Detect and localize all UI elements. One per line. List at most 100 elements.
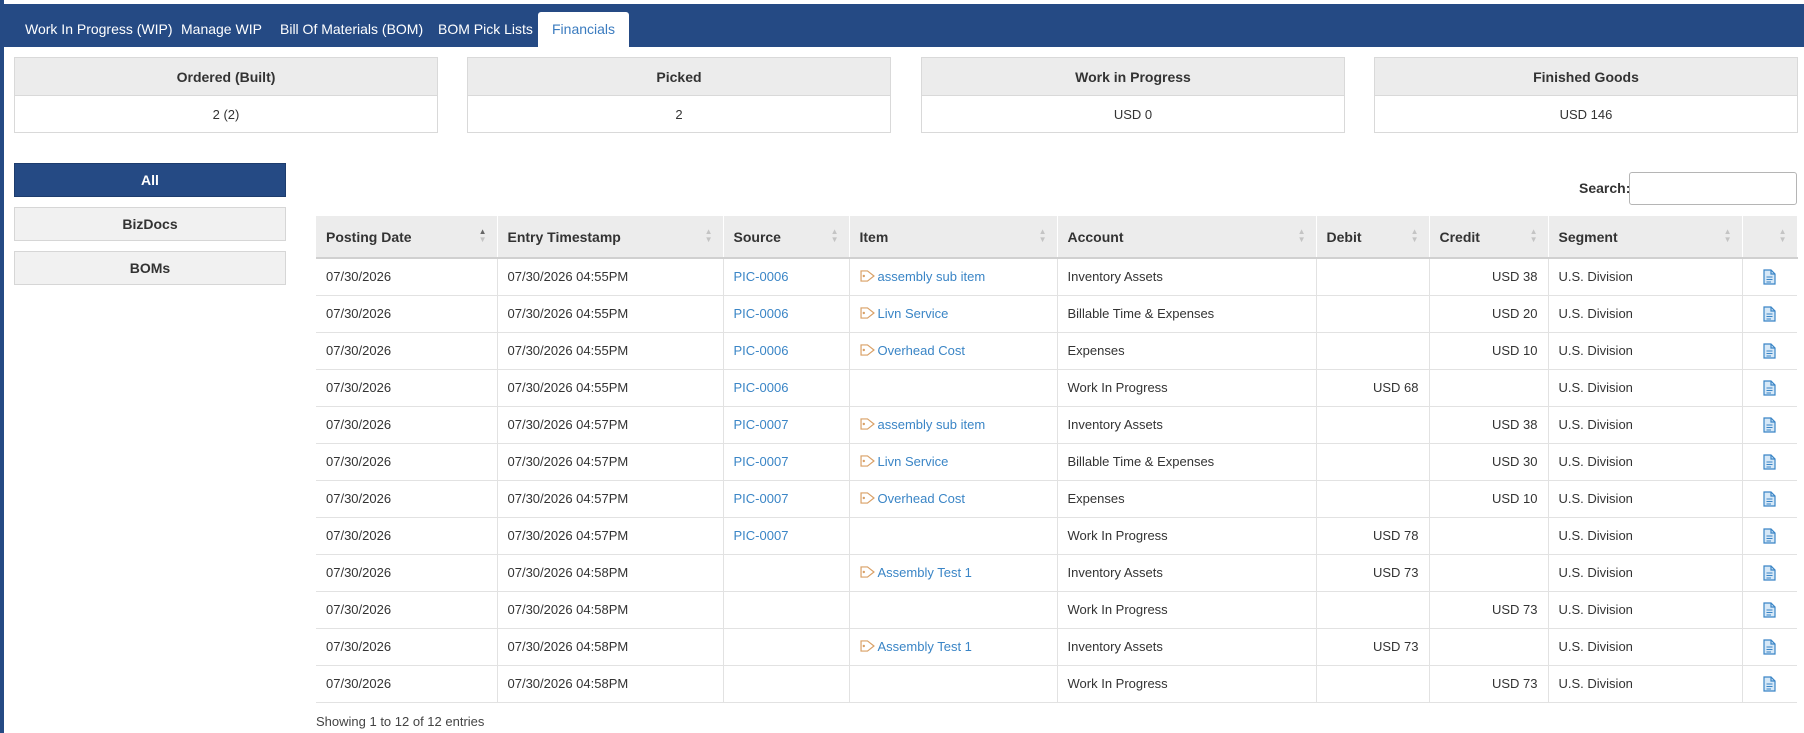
table-row: 07/30/2026 07/30/2026 04:55PM PIC-0006 asse… — [316, 258, 1797, 296]
cell-account: Inventory Assets — [1057, 406, 1317, 444]
cell-posting-date: 07/30/2026 — [316, 406, 498, 444]
tag-icon — [859, 455, 875, 467]
tab-bill-of-materials[interactable]: Bill Of Materials (BOM) — [266, 12, 437, 47]
document-icon[interactable] — [1763, 305, 1776, 322]
stat-title: Finished Goods — [1375, 58, 1797, 96]
sort-arrows-icon: ▲ ▼ — [1723, 227, 1732, 244]
column-header-entry-timestamp[interactable]: Entry Timestamp ▲ ▼ — [497, 216, 724, 259]
cell-posting-date: 07/30/2026 — [316, 628, 498, 666]
cell-segment: U.S. Division — [1548, 406, 1743, 444]
document-icon[interactable] — [1763, 453, 1776, 470]
column-header-source[interactable]: Source ▲ ▼ — [723, 216, 850, 259]
stat-value: USD 146 — [1559, 107, 1613, 122]
document-icon[interactable] — [1763, 564, 1776, 581]
document-icon[interactable] — [1763, 342, 1776, 359]
cell-item — [849, 665, 1058, 703]
cell-account: Expenses — [1057, 480, 1317, 518]
tab-bom-pick-lists[interactable]: BOM Pick Lists — [424, 12, 547, 47]
cell-credit — [1429, 554, 1549, 592]
source-link[interactable]: PIC-0007 — [734, 528, 789, 543]
cell-account: Work In Progress — [1057, 369, 1317, 407]
column-header-actions[interactable]: ▲ ▼ — [1742, 216, 1798, 259]
item-link[interactable]: Livn Service — [878, 454, 949, 469]
cell-source — [723, 628, 850, 666]
cell-posting-date: 07/30/2026 — [316, 665, 498, 703]
tab-manage-wip[interactable]: Manage WIP — [167, 12, 276, 47]
document-icon[interactable] — [1763, 379, 1776, 396]
column-header-credit[interactable]: Credit ▲ ▼ — [1429, 216, 1549, 259]
column-header-segment[interactable]: Segment ▲ ▼ — [1548, 216, 1743, 259]
item-link[interactable]: Assembly Test 1 — [878, 639, 972, 654]
cell-credit: USD 73 — [1429, 591, 1549, 629]
search-input[interactable] — [1629, 172, 1797, 205]
column-header-item[interactable]: Item ▲ ▼ — [849, 216, 1058, 259]
source-link[interactable]: PIC-0006 — [734, 306, 789, 321]
cell-item: Overhead Cost — [849, 480, 1058, 518]
cell-credit — [1429, 369, 1549, 407]
sort-arrows-icon: ▲ ▼ — [1297, 227, 1306, 244]
cell-entry-timestamp: 07/30/2026 04:57PM — [497, 406, 724, 444]
cell-action — [1742, 517, 1797, 555]
table-row: 07/30/2026 07/30/2026 04:57PM PIC-0007 Over… — [316, 480, 1797, 518]
cell-segment: U.S. Division — [1548, 554, 1743, 592]
item-link[interactable]: Overhead Cost — [878, 491, 965, 506]
cell-entry-timestamp: 07/30/2026 04:55PM — [497, 369, 724, 407]
item-link[interactable]: Overhead Cost — [878, 343, 965, 358]
item-link[interactable]: Assembly Test 1 — [878, 565, 972, 580]
cell-segment: U.S. Division — [1548, 628, 1743, 666]
source-link[interactable]: PIC-0006 — [734, 269, 789, 284]
tab-financials[interactable]: Financials — [538, 12, 630, 48]
stat-picked: Picked 2 — [467, 57, 891, 133]
column-header-debit[interactable]: Debit ▲ ▼ — [1316, 216, 1430, 259]
document-icon[interactable] — [1763, 527, 1776, 544]
cell-action — [1742, 665, 1797, 703]
table-row: 07/30/2026 07/30/2026 04:58PM Assembly Tes… — [316, 554, 1797, 592]
stat-value: 2 (2) — [212, 107, 240, 122]
cell-credit: USD 30 — [1429, 443, 1549, 481]
cell-entry-timestamp: 07/30/2026 04:55PM — [497, 258, 724, 296]
cell-action — [1742, 258, 1797, 296]
source-link[interactable]: PIC-0007 — [734, 417, 789, 432]
cell-posting-date: 07/30/2026 — [316, 591, 498, 629]
filter-all-button[interactable]: All — [14, 163, 286, 197]
filter-boms-button[interactable]: BOMs — [14, 251, 286, 285]
source-link[interactable]: PIC-0007 — [734, 454, 789, 469]
cell-source: PIC-0007 — [723, 480, 850, 518]
column-label: Credit — [1439, 228, 1480, 245]
tag-icon — [859, 270, 875, 282]
column-label: Entry Timestamp — [507, 228, 621, 245]
cell-source: PIC-0007 — [723, 406, 850, 444]
source-link[interactable]: PIC-0007 — [734, 491, 789, 506]
cell-debit — [1316, 443, 1430, 481]
cell-action — [1742, 554, 1797, 592]
cell-entry-timestamp: 07/30/2026 04:58PM — [497, 665, 724, 703]
cell-entry-timestamp: 07/30/2026 04:58PM — [497, 554, 724, 592]
column-header-posting-date[interactable]: Posting Date ▲ ▼ — [316, 216, 498, 259]
tag-icon — [859, 418, 875, 430]
cell-debit — [1316, 406, 1430, 444]
document-icon[interactable] — [1763, 601, 1776, 618]
filter-bizdocs-button[interactable]: BizDocs — [14, 207, 286, 241]
source-link[interactable]: PIC-0006 — [734, 343, 789, 358]
column-label: Posting Date — [326, 228, 412, 245]
document-icon[interactable] — [1763, 675, 1776, 692]
tab-work-in-progress[interactable]: Work In Progress (WIP) — [11, 12, 187, 47]
item-link[interactable]: Livn Service — [878, 306, 949, 321]
item-link[interactable]: assembly sub item — [878, 417, 986, 432]
table-row: 07/30/2026 07/30/2026 04:55PM PIC-0006 Livn… — [316, 295, 1797, 333]
document-icon[interactable] — [1763, 416, 1776, 433]
tag-icon — [859, 566, 875, 578]
document-icon[interactable] — [1763, 269, 1776, 285]
document-icon[interactable] — [1763, 490, 1776, 507]
stat-value: 2 — [675, 107, 683, 122]
cell-debit — [1316, 591, 1430, 629]
document-icon[interactable] — [1763, 638, 1776, 655]
cell-debit — [1316, 665, 1430, 703]
cell-posting-date: 07/30/2026 — [316, 258, 498, 296]
source-link[interactable]: PIC-0006 — [734, 380, 789, 395]
cell-action — [1742, 369, 1797, 407]
column-header-account[interactable]: Account ▲ ▼ — [1057, 216, 1317, 259]
cell-account: Inventory Assets — [1057, 258, 1317, 296]
item-link[interactable]: assembly sub item — [878, 269, 986, 284]
cell-source — [723, 591, 850, 629]
